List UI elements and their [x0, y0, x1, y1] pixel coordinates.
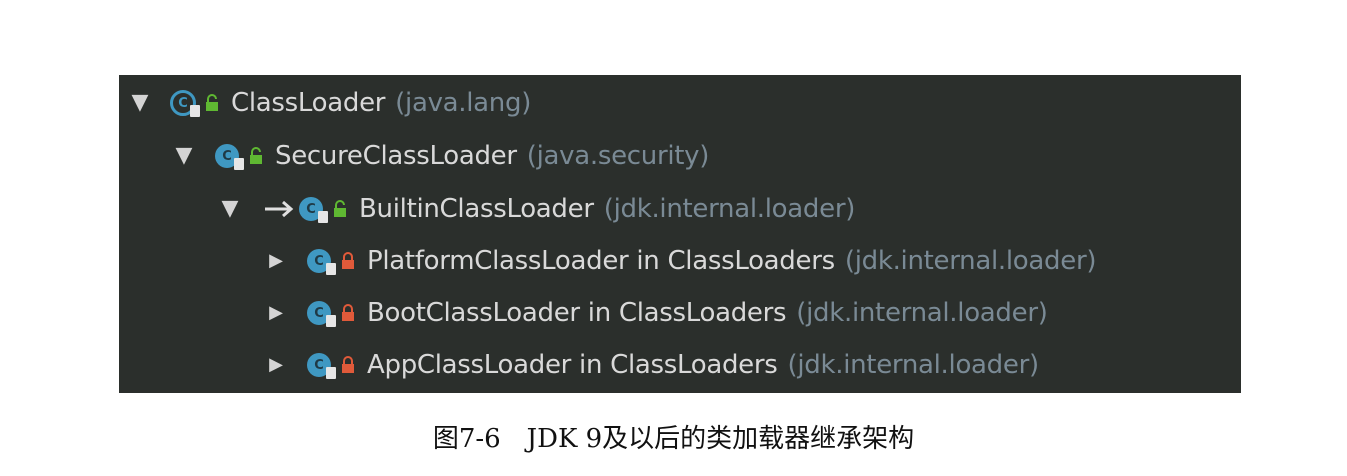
class-name: PlatformClassLoader in ClassLoaders — [367, 246, 835, 276]
tree-row-builtinclassloader[interactable]: ▼ C BuiltinClassLoader (jdk.internal.loa… — [219, 183, 856, 235]
class-icon: C — [305, 247, 336, 275]
tree-row-appclassloader[interactable]: ▶ C AppClassLoader in ClassLoaders (jdk.… — [265, 339, 1039, 391]
expand-arrow-down-icon[interactable]: ▼ — [219, 198, 241, 220]
class-name: AppClassLoader in ClassLoaders — [367, 350, 778, 380]
tree-row-bootclassloader[interactable]: ▶ C BootClassLoader in ClassLoaders (jdk… — [265, 287, 1048, 339]
class-name: BuiltinClassLoader — [359, 194, 594, 224]
public-lock-icon — [205, 94, 219, 112]
hierarchy-panel: ▼ C ClassLoader (java.lang) ▼ C SecureCl… — [119, 75, 1241, 393]
class-icon: C — [305, 299, 336, 327]
class-name: ClassLoader — [231, 88, 386, 118]
public-lock-icon — [249, 147, 263, 165]
expand-arrow-down-icon[interactable]: ▼ — [129, 92, 151, 114]
class-icon: C — [305, 351, 336, 379]
expand-arrow-right-icon[interactable]: ▶ — [265, 302, 287, 324]
class-icon: C — [265, 195, 328, 223]
package-name: (jdk.internal.loader) — [844, 246, 1097, 276]
class-icon: C — [213, 142, 244, 170]
private-lock-icon — [341, 304, 355, 322]
figure-caption: 图7-6 JDK 9及以后的类加载器继承架构 — [432, 424, 915, 454]
package-name: (jdk.internal.loader) — [796, 298, 1048, 328]
class-name: BootClassLoader in ClassLoaders — [367, 298, 787, 328]
abstract-class-icon: C — [169, 89, 200, 117]
public-lock-icon — [333, 200, 347, 218]
package-name: (java.lang) — [395, 88, 532, 118]
expand-arrow-down-icon[interactable]: ▼ — [173, 145, 195, 167]
expand-arrow-right-icon[interactable]: ▶ — [265, 250, 287, 272]
tree-row-platformclassloader[interactable]: ▶ C PlatformClassLoader in ClassLoaders … — [265, 235, 1096, 287]
private-lock-icon — [341, 252, 355, 270]
package-name: (java.security) — [526, 141, 710, 171]
package-name: (jdk.internal.loader) — [787, 350, 1040, 380]
private-lock-icon — [341, 356, 355, 374]
package-name: (jdk.internal.loader) — [603, 194, 856, 224]
class-name: SecureClassLoader — [275, 141, 517, 171]
tree-row-classloader[interactable]: ▼ C ClassLoader (java.lang) — [129, 77, 532, 129]
inherit-arrow-icon — [265, 200, 294, 218]
tree-row-secureclassloader[interactable]: ▼ C SecureClassLoader (java.security) — [173, 130, 710, 182]
expand-arrow-right-icon[interactable]: ▶ — [265, 354, 287, 376]
